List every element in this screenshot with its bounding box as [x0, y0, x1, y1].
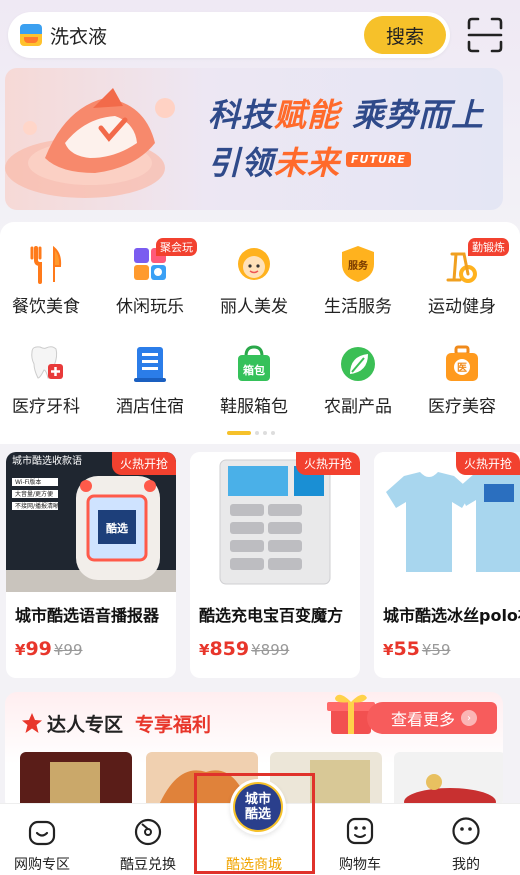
category-sports[interactable]: 勤锻炼 运动健身: [410, 238, 514, 334]
nav-online-shopping[interactable]: 网购专区: [0, 804, 94, 875]
category-label: 医疗美容: [428, 397, 496, 417]
banner-headline-1: 科技赋能 乘势而上: [208, 96, 485, 134]
category-label: 生活服务: [324, 297, 392, 317]
profile-face-icon: [452, 817, 480, 845]
category-promo-tag: 聚会玩: [156, 238, 197, 256]
original-price: ¥899: [251, 641, 290, 659]
nav-label: 酷选商城: [226, 857, 282, 873]
category-promo-tag: 勤锻炼: [468, 238, 509, 256]
service-shield-text: 服务: [348, 259, 369, 272]
category-grid: 餐饮美食 聚会玩 休闲玩乐 丽人美发 服务 生活服务 勤锻炼 运动健身 医疗牙科…: [0, 222, 520, 444]
cart-face-icon: [346, 817, 374, 845]
view-more-button[interactable]: 查看更多 ›: [367, 702, 497, 734]
category-label: 丽人美发: [220, 297, 288, 317]
mall-logo-badge: 城市 酷选: [235, 784, 281, 830]
medical-kit-icon: 医: [446, 345, 478, 381]
banner-headline-2: 引领未来 FUTURE: [208, 138, 411, 184]
product-row: 城市酷选收款语 Wi-Fi版本 大音量/更方便 不接网/播报清晰 酷选 火热开抢…: [0, 452, 520, 678]
leaf-icon: [341, 347, 375, 381]
chevron-right-icon: ›: [461, 710, 478, 726]
category-apparel[interactable]: 箱包 鞋服箱包: [202, 344, 306, 434]
original-price: ¥59: [421, 641, 451, 659]
category-dental[interactable]: 医疗牙科: [0, 344, 98, 434]
speaker-image-line-2: 大音量/更方便: [15, 490, 53, 498]
star-icon: [22, 713, 42, 733]
product-price: ¥859 ¥899: [199, 638, 290, 660]
hot-sale-tag: 火热开抢: [295, 452, 360, 475]
nav-bean-exchange[interactable]: 酷豆兑换: [96, 804, 200, 875]
hot-sale-tag: 火热开抢: [111, 452, 176, 475]
bean-icon: [134, 818, 162, 846]
category-leisure[interactable]: 聚会玩 休闲玩乐: [98, 238, 202, 334]
nav-label: 购物车: [339, 857, 381, 873]
original-price: ¥99: [53, 641, 83, 659]
product-card[interactable]: 城市酷选收款语 Wi-Fi版本 大音量/更方便 不接网/播报清晰 酷选 火热开抢…: [6, 452, 176, 678]
speaker-image-line-1: Wi-Fi版本: [15, 478, 41, 486]
mall-logo-icon[interactable]: 城市 酷选: [230, 779, 286, 835]
category-hotel[interactable]: 酒店住宿: [98, 344, 202, 434]
future-tag: FUTURE: [346, 151, 411, 167]
category-label: 酒店住宿: [116, 397, 184, 417]
speaker-image-title: 城市酷选收款语: [12, 454, 82, 467]
category-label: 运动健身: [428, 297, 496, 317]
page-indicator: [227, 431, 275, 435]
medical-kit-text: 医: [457, 362, 467, 374]
logo-line-1: 城市: [244, 792, 271, 807]
nav-cart[interactable]: 购物车: [308, 804, 412, 875]
hot-sale-tag: 火热开抢: [455, 452, 520, 475]
indicator-dot: [263, 431, 267, 435]
category-label: 农副产品: [324, 397, 392, 417]
category-label: 鞋服箱包: [220, 397, 288, 417]
beauty-face-icon: [238, 248, 270, 280]
nav-label: 我的: [452, 857, 480, 873]
speaker-image-line-3: 不接网/播报清晰: [15, 502, 59, 510]
scan-icon[interactable]: [466, 16, 504, 54]
product-card[interactable]: 火热开抢 酷选充电宝百变魔方 ¥859 ¥899: [190, 452, 360, 678]
category-food[interactable]: 餐饮美食: [0, 244, 98, 334]
fork-knife-icon: [30, 245, 62, 284]
smile-bag-icon: [28, 820, 56, 846]
hotel-icon: [134, 347, 166, 382]
product-name: 酷选充电宝百变魔方: [199, 606, 344, 625]
indicator-dot: [271, 431, 275, 435]
nav-label: 酷豆兑换: [120, 857, 176, 873]
category-beauty[interactable]: 丽人美发: [202, 244, 306, 334]
store-icon: [20, 24, 42, 46]
nav-profile[interactable]: 我的: [414, 804, 518, 875]
speaker-image-screen: 酷选: [106, 521, 128, 535]
talent-title: 达人专区: [47, 714, 124, 736]
search-input[interactable]: 洗衣液: [50, 22, 364, 49]
talent-subtitle: 专享福利: [135, 714, 212, 736]
indicator-dot-active: [227, 431, 251, 435]
category-label: 医疗牙科: [12, 397, 80, 417]
tooth-icon: [31, 346, 63, 379]
product-price: ¥99 ¥99: [15, 638, 83, 660]
category-label: 休闲玩乐: [116, 297, 184, 317]
category-life-service[interactable]: 服务 生活服务: [306, 244, 410, 334]
product-name: 城市酷选冰丝polo衫: [383, 606, 520, 625]
category-medical-beauty[interactable]: 医 医疗美容: [410, 344, 514, 434]
bag-icon: 箱包: [238, 345, 270, 381]
promo-banner[interactable]: 科技赋能 乘势而上 引领未来 FUTURE: [5, 68, 503, 210]
search-bar[interactable]: 洗衣液 搜索: [8, 12, 450, 58]
category-label: 餐饮美食: [12, 297, 80, 317]
search-button[interactable]: 搜索: [364, 16, 446, 54]
service-shield-icon: 服务: [342, 246, 374, 282]
view-more-label: 查看更多: [391, 710, 456, 729]
indicator-dot: [255, 431, 259, 435]
product-card[interactable]: 火热开抢 城市酷选冰丝polo衫 ¥55 ¥59: [374, 452, 520, 678]
bag-icon-text: 箱包: [243, 363, 265, 377]
product-price: ¥55 ¥59: [383, 638, 451, 660]
product-name: 城市酷选语音播报器: [15, 606, 160, 625]
category-farm[interactable]: 农副产品: [306, 344, 410, 434]
nav-label: 网购专区: [14, 857, 70, 873]
banner-illustration: [5, 88, 175, 198]
logo-line-2: 酷选: [244, 807, 271, 822]
